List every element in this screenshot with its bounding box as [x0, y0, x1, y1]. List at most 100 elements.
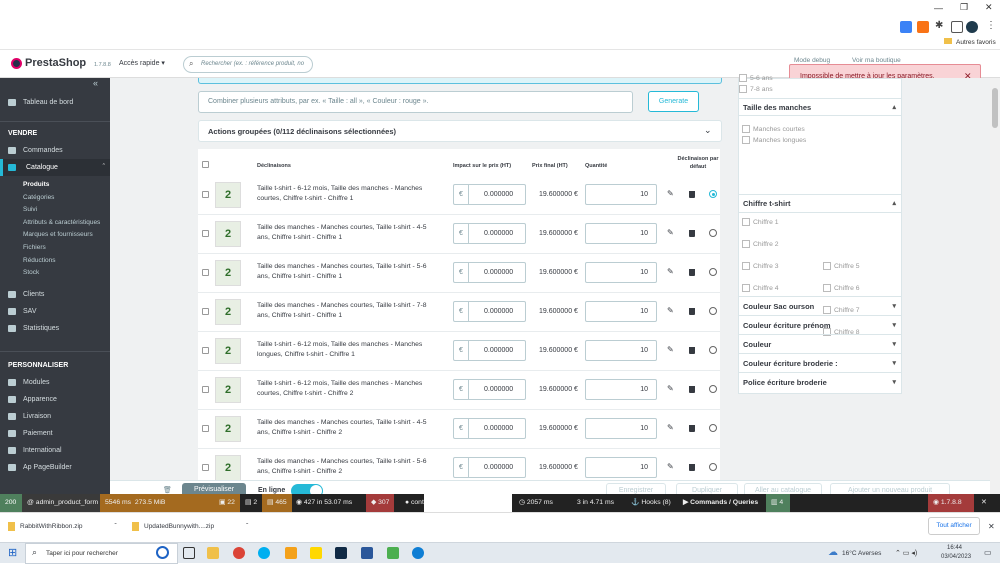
edit-icon[interactable]: ✎ — [667, 189, 674, 198]
filter-group-embroidery-font[interactable]: Police écriture broderie ▾ — [739, 373, 901, 392]
clock-date[interactable]: 03/04/2023 — [941, 554, 971, 560]
filter-option[interactable]: Chiffre 6 — [823, 283, 985, 294]
trash-icon[interactable] — [689, 464, 695, 471]
row-checkbox[interactable] — [202, 425, 209, 432]
edit-icon[interactable]: ✎ — [667, 267, 674, 276]
commands-panel[interactable]: ▶ Commands / Queries — [678, 494, 763, 512]
combination-name[interactable]: Taille des manches - Manches courtes, Ta… — [257, 301, 437, 321]
duplicate-button[interactable]: Dupliquer — [676, 483, 738, 494]
trash-icon[interactable] — [689, 425, 695, 432]
generate-button[interactable]: Generate — [648, 91, 699, 112]
checkbox[interactable] — [823, 284, 831, 292]
combination-name[interactable]: Taille t-shirt - 6-12 mois, Taille des m… — [257, 379, 437, 399]
windows-start-icon[interactable]: ⊞ — [8, 547, 17, 559]
trash-icon[interactable] — [689, 347, 695, 354]
submenu-item-files[interactable]: Fichiers — [0, 242, 110, 255]
extension-icon[interactable] — [900, 21, 912, 33]
add-product-button[interactable]: Ajouter un nouveau produit — [830, 483, 950, 494]
combination-name[interactable]: Taille des manches - Manches courtes, Ta… — [257, 457, 437, 477]
quantity-field[interactable]: 10 — [585, 418, 657, 439]
checkbox[interactable] — [742, 262, 750, 270]
app-icon[interactable] — [387, 547, 399, 559]
notification-icon[interactable]: ▭ — [984, 548, 992, 557]
bulk-actions-bar[interactable]: Actions groupées (0/112 déclinaisons sél… — [198, 120, 722, 142]
price-impact-field[interactable]: €0.000000 — [453, 418, 526, 439]
default-radio[interactable] — [709, 385, 717, 393]
filter-group-tshirt-number[interactable]: Chiffre t-shirt ▴ — [739, 195, 901, 213]
bookmarks-other[interactable]: Autres favoris — [944, 38, 996, 46]
time-panel[interactable]: ◷ 2057 ms — [514, 494, 558, 512]
file-explorer-icon[interactable] — [207, 547, 219, 559]
default-radio[interactable] — [709, 268, 717, 276]
app-icon[interactable] — [335, 547, 347, 559]
default-radio[interactable] — [709, 424, 717, 432]
counter-panel[interactable]: ▥ 4 — [766, 494, 790, 512]
price-impact-field[interactable]: €0.000000 — [453, 379, 526, 400]
puzzle-icon[interactable]: ✱ — [935, 20, 943, 31]
timing-panel[interactable]: 5546 ms 273.5 MiB — [100, 494, 214, 512]
checkbox[interactable] — [742, 284, 750, 292]
close-icon[interactable]: ✕ — [988, 522, 995, 531]
default-radio[interactable] — [709, 190, 717, 198]
cache-panel[interactable]: 3 in 4.71 ms — [572, 494, 619, 512]
edit-icon[interactable]: ✎ — [667, 384, 674, 393]
filter-group-name-color[interactable]: Couleur écriture prénom ▾ — [739, 316, 901, 335]
quantity-field[interactable]: 10 — [585, 379, 657, 400]
skype-icon[interactable] — [258, 547, 270, 559]
search-input[interactable]: ⌕ Rechercher (ex. : référence produit, n… — [183, 56, 313, 73]
checkbox[interactable] — [823, 262, 831, 270]
select-all-checkbox[interactable] — [202, 161, 209, 168]
taskbar-search-input[interactable]: ⌕ Taper ici pour rechercher — [25, 543, 178, 564]
default-radio[interactable] — [709, 307, 717, 315]
hooks-panel[interactable]: ⚓ Hooks (8) — [626, 494, 676, 512]
row-checkbox[interactable] — [202, 308, 209, 315]
submenu-item-attributes[interactable]: Attributs & caractéristiques — [0, 217, 110, 230]
submenu-item-discounts[interactable]: Réductions — [0, 255, 110, 268]
filter-group-bag-color[interactable]: Couleur Sac ourson ▾ — [739, 297, 901, 316]
edit-icon[interactable]: ✎ — [667, 345, 674, 354]
row-checkbox[interactable] — [202, 230, 209, 237]
weather-text[interactable]: 16°C Averses — [842, 550, 881, 557]
checkbox[interactable] — [739, 74, 747, 82]
edit-icon[interactable]: ✎ — [667, 228, 674, 237]
row-checkbox[interactable] — [202, 191, 209, 198]
combination-name[interactable]: Taille des manches - Manches courtes, Ta… — [257, 223, 437, 243]
checkbox[interactable] — [742, 125, 750, 133]
sidepanel-icon[interactable] — [951, 21, 963, 33]
sidebar-item-clients[interactable]: Clients — [0, 286, 110, 303]
price-impact-field[interactable]: €0.000000 — [453, 340, 526, 361]
close-icon[interactable]: ✕ — [985, 2, 993, 13]
checkbox[interactable] — [742, 136, 750, 144]
sidebar-item-sav[interactable]: SAV — [0, 303, 110, 320]
row-checkbox[interactable] — [202, 269, 209, 276]
submenu-item-products[interactable]: Produits — [0, 179, 110, 192]
sidebar-item-payment[interactable]: Paiement — [0, 425, 110, 442]
trash-icon[interactable] — [689, 308, 695, 315]
preview-button[interactable]: Prévisualiser — [182, 483, 246, 494]
chrome-icon[interactable] — [233, 547, 245, 559]
price-impact-field[interactable]: €0.000000 — [453, 223, 526, 244]
sidebar-item-catalog[interactable]: Catalogue ˆ — [0, 159, 110, 176]
quick-access-dropdown[interactable]: Accès rapide ▾ — [119, 59, 165, 67]
filter-option[interactable]: Manches courtes — [742, 124, 901, 135]
quantity-field[interactable]: 10 — [585, 457, 657, 478]
combine-attributes-input[interactable]: Combiner plusieurs attributs, par ex. « … — [198, 91, 633, 113]
trash-icon[interactable] — [689, 269, 695, 276]
submenu-item-categories[interactable]: Catégories — [0, 192, 110, 205]
default-radio[interactable] — [709, 346, 717, 354]
submenu-item-brands[interactable]: Marques et fournisseurs — [0, 229, 110, 242]
minimize-icon[interactable]: — — [934, 3, 943, 13]
download-item[interactable]: UpdatedBunnywith....zip ˆ — [132, 522, 248, 531]
counter-panel[interactable]: ▤ 2 — [240, 494, 262, 512]
app-icon[interactable] — [361, 547, 373, 559]
task-view-icon[interactable] — [183, 547, 195, 559]
sidebar-item-shipping[interactable]: Livraison — [0, 408, 110, 425]
counter-panel[interactable]: ◆ 307 — [366, 494, 395, 512]
row-checkbox[interactable] — [202, 464, 209, 471]
trash-icon[interactable]: 🗑 — [163, 486, 172, 494]
sidebar-item-appearance[interactable]: Apparence — [0, 391, 110, 408]
close-icon[interactable]: ✕ — [976, 494, 992, 512]
maximize-icon[interactable]: ❐ — [960, 2, 968, 13]
filter-group-color[interactable]: Couleur ▾ — [739, 335, 901, 354]
filter-option[interactable]: Manches longues — [742, 135, 901, 146]
